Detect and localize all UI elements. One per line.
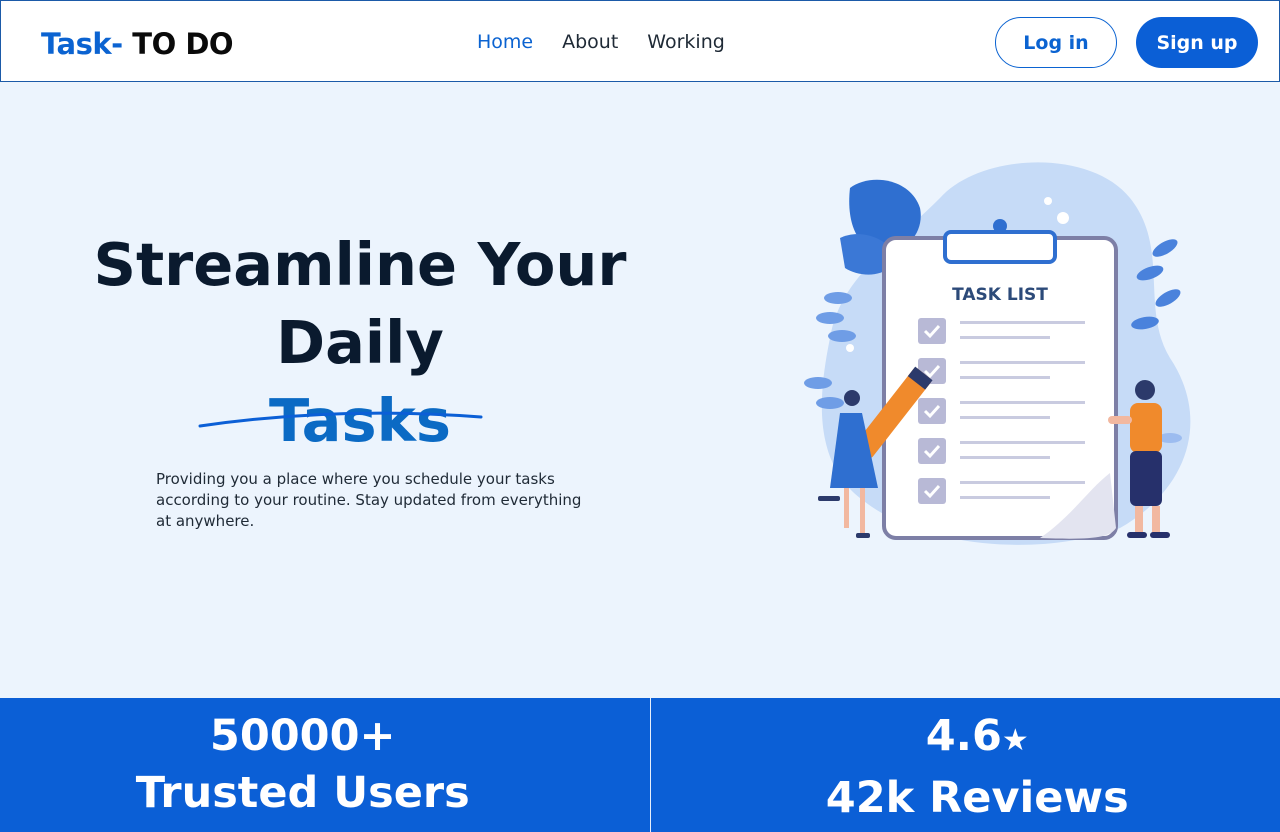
stats-bar: 50000+ Trusted Users 4.6★ 42k Reviews [0,698,1280,832]
star-icon: ★ [1001,723,1029,758]
hero-description: Providing you a place where you schedule… [156,470,582,530]
rating-row: 4.6★ [926,708,1029,769]
task-list-illustration: TASK LIST [804,162,1191,545]
stat-users: 50000+ Trusted Users [0,698,650,832]
hero-title-line1: Streamline Your Daily [93,230,627,377]
brand-task: Task- [41,27,123,61]
nav-working-link[interactable]: Working [647,31,725,53]
rating-value: 4.6 [925,711,1002,761]
task-list-label: TASK LIST [952,285,1048,305]
login-button[interactable]: Log in [995,17,1117,68]
nav-about-link[interactable]: About [562,31,618,53]
users-label: Trusted Users [135,768,470,818]
main-nav: Home About Working [477,31,725,53]
users-count: 50000+ [209,711,396,761]
signup-button[interactable]: Sign up [1136,17,1258,68]
stat-reviews: 4.6★ 42k Reviews [649,698,1280,832]
brand-todo: TO DO [122,27,234,61]
nav-home-link[interactable]: Home [477,31,533,53]
brand-logo[interactable]: Task- TO DO [41,27,234,61]
reviews-label: 42k Reviews [825,773,1129,823]
hero-underline-decoration [198,411,483,428]
top-navbar: Task- TO DO Home About Working Log in Si… [0,0,1280,82]
